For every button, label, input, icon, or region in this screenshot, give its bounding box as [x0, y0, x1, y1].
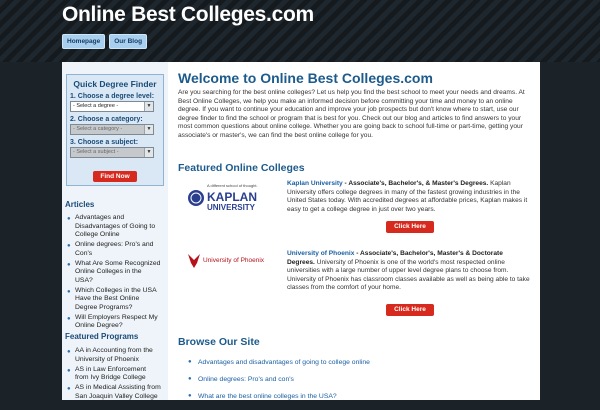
bullet-icon: ● — [67, 216, 71, 222]
category-select[interactable]: - Select a category - ▼ — [70, 124, 154, 135]
list-item[interactable]: ● Advantages and Disadvantages of Going t… — [65, 214, 161, 240]
list-item[interactable]: ● AA in Accounting from the University of… — [65, 347, 161, 364]
kaplan-logo-icon: A different school of thought. KAPLAN UN… — [188, 183, 258, 212]
browse-list: ● Advantages and disadvantages of going t… — [188, 359, 370, 410]
list-item[interactable]: ● Which Colleges in the USA Have the Best… — [65, 287, 161, 313]
bullet-icon: ● — [67, 386, 71, 392]
browse-link[interactable]: Online degrees: Pro's and con's — [198, 376, 294, 383]
subject-value: - Select a subject - — [73, 149, 119, 155]
articles-list: ● Advantages and Disadvantages of Going t… — [65, 214, 161, 332]
featured-programs-heading: Featured Programs — [65, 332, 139, 341]
degree-level-value: - Select a degree - — [73, 103, 119, 109]
list-item[interactable]: ● What Are Some Recognized Online College… — [65, 260, 161, 286]
bullet-icon: ● — [67, 261, 71, 268]
list-item[interactable]: ● Advantages and disadvantages of going t… — [188, 359, 370, 376]
kaplan-logo[interactable]: A different school of thought. KAPLAN UN… — [186, 180, 274, 214]
program-link[interactable]: AS in Medical Assisting from San Joaquin… — [75, 384, 161, 400]
list-item[interactable]: ● Online degrees: Pro's and Con's — [65, 241, 161, 258]
kaplan-degrees: - Associate's, Bachelor's, & Master's De… — [342, 180, 489, 187]
intro-text: Are you searching for the best online co… — [178, 89, 525, 139]
site-title[interactable]: Online Best Colleges.com — [62, 3, 314, 27]
bullet-icon: ● — [188, 376, 192, 382]
bullet-icon: ● — [188, 359, 192, 365]
phoenix-link[interactable]: University of Phoenix — [287, 250, 354, 257]
degree-level-select[interactable]: - Select a degree - ▼ — [70, 101, 154, 112]
browse-link[interactable]: What are the best online colleges in the… — [198, 393, 337, 400]
degree-level-label: 1. Choose a degree level: — [70, 93, 155, 100]
kaplan-wordmark: KAPLAN — [207, 190, 257, 204]
phoenix-click-here-button[interactable]: Click Here — [386, 304, 434, 316]
kaplan-link[interactable]: Kaplan University — [287, 180, 343, 187]
list-item[interactable]: ● Online degrees: Pro's and con's — [188, 376, 370, 393]
nav-homepage[interactable]: Homepage — [62, 34, 106, 49]
bullet-icon: ● — [67, 367, 71, 374]
program-link[interactable]: AS in Law Enforcement from Ivy Bridge Co… — [75, 366, 146, 382]
articles-heading: Articles — [65, 200, 95, 209]
bullet-icon: ● — [67, 288, 71, 295]
bullet-icon: ● — [67, 349, 71, 355]
finder-title: Quick Degree Finder — [73, 79, 157, 89]
browse-link[interactable]: Advantages and disadvantages of going to… — [198, 359, 370, 366]
category-value: - Select a category - — [73, 126, 123, 132]
list-item[interactable]: ● What are the best online colleges in th… — [188, 393, 370, 410]
phoenix-text: University of Phoenix is one of the worl… — [287, 258, 530, 292]
phoenix-description: University of Phoenix - Associate's, Bac… — [287, 250, 532, 293]
nav-our-blog[interactable]: Our Blog — [109, 34, 148, 49]
featured-programs-list: ● AA in Accounting from the University of… — [65, 347, 161, 403]
subject-label: 3. Choose a subject: — [70, 139, 139, 146]
kaplan-click-here-button[interactable]: Click Here — [386, 221, 434, 233]
kaplan-wordmark-sub: UNIVERSITY — [207, 203, 256, 212]
bullet-icon: ● — [67, 243, 71, 249]
kaplan-description: Kaplan University - Associate's, Bachelo… — [287, 180, 532, 214]
category-label: 2. Choose a category: — [70, 116, 143, 123]
article-link[interactable]: Which Colleges in the USA Have the Best … — [75, 287, 156, 311]
chevron-down-icon: ▼ — [144, 102, 153, 111]
list-item[interactable]: ● AS in Medical Assisting from San Joaqui… — [65, 384, 161, 401]
program-link[interactable]: AA in Accounting from the University of … — [75, 347, 153, 363]
subject-select[interactable]: - Select a subject - ▼ — [70, 147, 154, 158]
main-nav: Homepage Our Blog — [62, 34, 148, 49]
list-item[interactable]: ● Will Employers Respect My Online Degree… — [65, 314, 161, 331]
chevron-down-icon: ▼ — [144, 125, 153, 134]
phoenix-wordmark: University of Phoenix — [203, 257, 265, 264]
article-link[interactable]: Advantages and Disadvantages of Going to… — [75, 214, 155, 238]
find-now-button[interactable]: Find Now — [93, 171, 137, 182]
bullet-icon: ● — [188, 393, 192, 399]
page-title: Welcome to Online Best Colleges.com — [178, 70, 433, 86]
degree-finder: Quick Degree Finder 1. Choose a degree l… — [66, 74, 164, 186]
kaplan-tagline: A different school of thought. — [207, 183, 258, 188]
phoenix-logo-icon: University of Phoenix — [188, 254, 265, 268]
list-item[interactable]: ● AS in Law Enforcement from Ivy Bridge C… — [65, 366, 161, 383]
article-link[interactable]: Online degrees: Pro's and Con's — [75, 241, 153, 257]
phoenix-logo[interactable]: University of Phoenix — [186, 250, 274, 284]
article-link[interactable]: Will Employers Respect My Online Degree? — [75, 314, 158, 330]
bullet-icon: ● — [67, 315, 71, 322]
chevron-down-icon: ▼ — [144, 148, 153, 157]
page-content: Quick Degree Finder 1. Choose a degree l… — [62, 62, 540, 400]
sidebar: Quick Degree Finder 1. Choose a degree l… — [62, 62, 168, 400]
article-link[interactable]: What Are Some Recognized Online Colleges… — [75, 260, 160, 284]
site-header: Online Best Colleges.com Homepage Our Bl… — [0, 0, 600, 62]
featured-colleges-heading: Featured Online Colleges — [178, 162, 305, 174]
main-content: Welcome to Online Best Colleges.com Are … — [178, 70, 532, 400]
browse-heading: Browse Our Site — [178, 336, 260, 348]
